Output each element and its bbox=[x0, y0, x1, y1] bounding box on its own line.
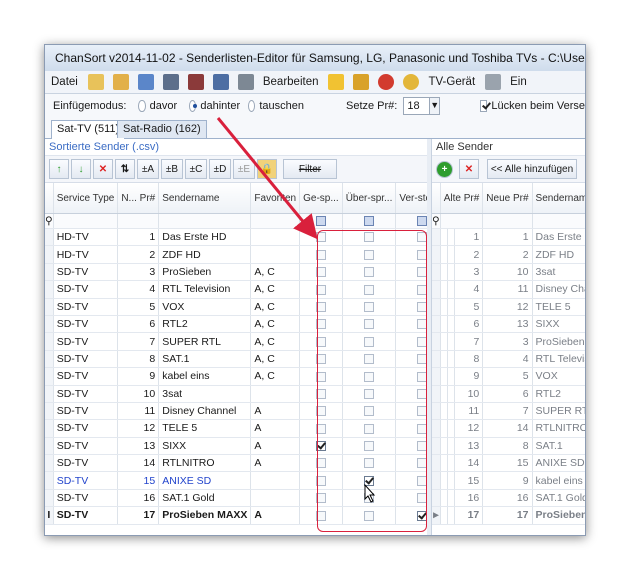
annotation-arrow bbox=[216, 117, 318, 240]
mouse-cursor-icon bbox=[364, 484, 376, 503]
